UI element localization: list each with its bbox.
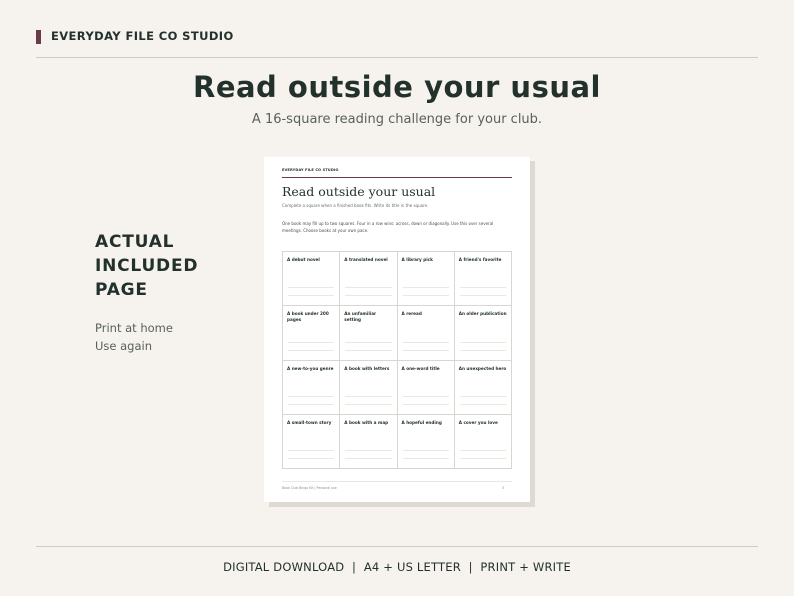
- side-heading-line: INCLUDED: [95, 256, 199, 276]
- write-line: [402, 287, 449, 289]
- write-line: [402, 295, 449, 297]
- write-line: [402, 458, 449, 459]
- square-label: A book under 200 pages: [287, 311, 329, 322]
- square-label: A new-to-you genre: [287, 365, 334, 371]
- square-label: A reread: [401, 311, 422, 317]
- hero-title: Read outside your usual: [192, 70, 601, 104]
- page-preview: EVERYDAY FILE CO STUDIO Read outside you…: [264, 157, 530, 502]
- feature-use-again: Use again: [95, 339, 153, 353]
- bingo-square: A friend's favorite: [454, 252, 512, 307]
- brand-name: EVERYDAY FILE CO STUDIO: [51, 29, 234, 43]
- square-label: A small-town story: [287, 419, 332, 425]
- preview-rules: One book may fill up to two squares. Fou…: [282, 221, 494, 233]
- square-label: A library pick: [401, 257, 433, 262]
- header-divider: [36, 57, 758, 58]
- write-line: [459, 450, 506, 451]
- write-line: [288, 341, 335, 343]
- bingo-square: A library pick: [397, 252, 455, 307]
- write-line: [459, 341, 506, 343]
- square-label: A debut novel: [287, 257, 320, 262]
- write-line: [288, 287, 335, 289]
- write-line: [345, 458, 392, 459]
- square-label: A one-word title: [401, 365, 440, 371]
- bingo-square: A translated novel: [340, 252, 398, 307]
- write-line: [402, 450, 449, 451]
- bingo-square: A book with letters: [340, 360, 398, 415]
- write-line: [459, 458, 506, 459]
- bingo-square: A debut novel: [283, 252, 341, 307]
- write-line: [459, 295, 506, 297]
- brand-accent-bar: [36, 30, 41, 44]
- square-label: A translated novel: [344, 257, 388, 262]
- bingo-square: A book under 200 pages: [283, 306, 341, 361]
- bingo-square: A small-town story: [283, 414, 341, 469]
- write-line: [345, 295, 392, 297]
- bingo-square: An unexpected hero: [454, 360, 512, 415]
- write-line: [345, 287, 392, 289]
- square-label: An unfamiliar setting: [344, 311, 377, 322]
- side-heading-line: PAGE: [95, 280, 148, 300]
- bingo-square: An unfamiliar setting: [340, 306, 398, 361]
- bingo-square: A hopeful ending: [397, 414, 455, 469]
- preview-instruction: Complete a square when a finished book f…: [282, 203, 429, 208]
- write-line: [459, 349, 506, 351]
- bingo-square: An older publication: [454, 306, 512, 361]
- write-line: [345, 349, 392, 351]
- write-line: [402, 341, 449, 343]
- bingo-square: A new-to-you genre: [283, 360, 341, 415]
- side-heading-line: ACTUAL: [95, 232, 175, 252]
- write-line: [288, 450, 335, 451]
- square-label: A hopeful ending: [401, 419, 442, 425]
- square-label: An unexpected hero: [458, 365, 507, 371]
- square-label: A cover you love: [458, 419, 498, 425]
- footer-divider: [36, 546, 758, 547]
- write-line: [288, 349, 335, 351]
- write-line: [459, 403, 506, 405]
- write-line: [402, 395, 449, 397]
- bingo-square: A cover you love: [454, 414, 512, 469]
- write-line: [288, 458, 335, 459]
- side-heading: ACTUAL INCLUDED PAGE: [95, 230, 198, 302]
- write-line: [345, 450, 392, 451]
- bingo-square: A one-word title: [397, 360, 455, 415]
- bingo-square: A book with a map: [340, 414, 398, 469]
- write-line: [288, 295, 335, 297]
- preview-footer: Book Club Bingo Kit | Personal use: [282, 486, 337, 490]
- square-label: A friend's favorite: [458, 257, 502, 262]
- preview-divider: [282, 177, 512, 178]
- write-line: [402, 349, 449, 351]
- write-line: [402, 403, 449, 405]
- preview-brand: EVERYDAY FILE CO STUDIO: [282, 168, 339, 172]
- bingo-square: A reread: [397, 306, 455, 361]
- write-line: [459, 287, 506, 289]
- product-formats: DIGITAL DOWNLOAD | A4 + US LETTER | PRIN…: [223, 560, 571, 574]
- bingo-grid: A debut novel A translated novel A libra…: [282, 251, 512, 469]
- feature-print-at-home: Print at home: [95, 321, 173, 335]
- square-label: A book with letters: [344, 365, 390, 371]
- square-label: An older publication: [458, 311, 507, 317]
- preview-footer-divider: [282, 481, 512, 482]
- hero-subtitle: A 16-square reading challenge for your c…: [251, 112, 543, 127]
- write-line: [459, 395, 506, 397]
- write-line: [288, 395, 335, 397]
- write-line: [288, 403, 335, 405]
- square-label: A book with a map: [344, 419, 389, 425]
- write-line: [345, 395, 392, 397]
- write-line: [345, 341, 392, 343]
- write-line: [345, 403, 392, 405]
- preview-title: Read outside your usual: [282, 184, 436, 199]
- preview-page-number: 3: [502, 486, 505, 490]
